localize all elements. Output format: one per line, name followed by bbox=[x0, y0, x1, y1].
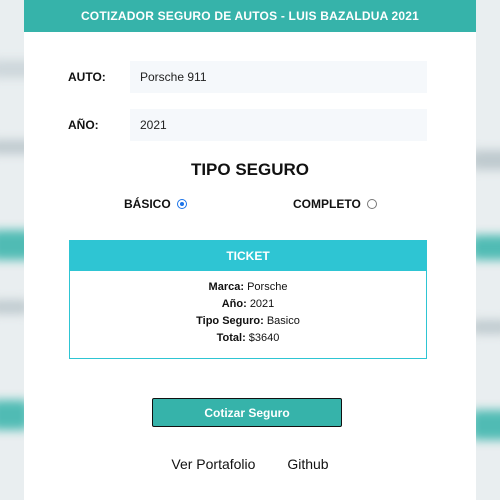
ticket-body: Marca: Porsche Año: 2021 Tipo Seguro: Ba… bbox=[70, 271, 426, 347]
anio-row: AÑO: bbox=[24, 109, 476, 141]
ticket-anio: Año: 2021 bbox=[70, 296, 426, 313]
cotizar-seguro-button[interactable]: Cotizar Seguro bbox=[152, 398, 342, 427]
ticket-total-label: Total: bbox=[216, 332, 246, 344]
anio-label: AÑO: bbox=[68, 118, 99, 132]
footer-links: Ver Portafolio Github bbox=[24, 456, 476, 472]
page-title: COTIZADOR SEGURO DE AUTOS - LUIS BAZALDU… bbox=[80, 9, 420, 23]
ticket-marca-value: Porsche bbox=[247, 281, 288, 293]
radio-basico-label: BÁSICO bbox=[124, 197, 171, 211]
radio-completo-label: COMPLETO bbox=[293, 197, 361, 211]
radio-basico[interactable] bbox=[176, 199, 187, 209]
ticket-tipo-value: Basico bbox=[266, 315, 300, 327]
tipo-seguro-title: TIPO SEGURO bbox=[190, 160, 310, 179]
page-header: COTIZADOR SEGURO DE AUTOS - LUIS BAZALDU… bbox=[24, 0, 476, 32]
ticket-total: Total: $3640 bbox=[70, 330, 426, 347]
ticket-total-value: $3640 bbox=[248, 332, 280, 344]
ver-portafolio-link[interactable]: Ver Portafolio bbox=[171, 456, 255, 472]
ticket-marca: Marca: Porsche bbox=[70, 279, 426, 296]
ticket-panel: TICKET Marca: Porsche Año: 2021 Tipo Seg… bbox=[69, 240, 427, 359]
ticket-tipo-label: Tipo Seguro: bbox=[196, 315, 264, 327]
auto-row: AUTO: bbox=[24, 61, 476, 93]
auto-label: AUTO: bbox=[68, 70, 106, 84]
auto-input[interactable] bbox=[130, 61, 427, 93]
cotizador-card: COTIZADOR SEGURO DE AUTOS - LUIS BAZALDU… bbox=[24, 0, 476, 500]
anio-input[interactable] bbox=[130, 109, 427, 141]
ticket-header: TICKET bbox=[70, 241, 426, 271]
radio-completo[interactable] bbox=[366, 199, 377, 209]
ticket-title: TICKET bbox=[226, 249, 270, 263]
ticket-anio-label: Año: bbox=[221, 298, 247, 310]
ticket-anio-value: 2021 bbox=[249, 298, 275, 310]
github-link[interactable]: Github bbox=[287, 456, 328, 472]
radio-basico-option[interactable]: BÁSICO bbox=[124, 197, 187, 211]
radio-completo-option[interactable]: COMPLETO bbox=[293, 197, 377, 211]
ticket-tipo: Tipo Seguro: Basico bbox=[70, 313, 426, 330]
ticket-marca-label: Marca: bbox=[208, 281, 245, 293]
